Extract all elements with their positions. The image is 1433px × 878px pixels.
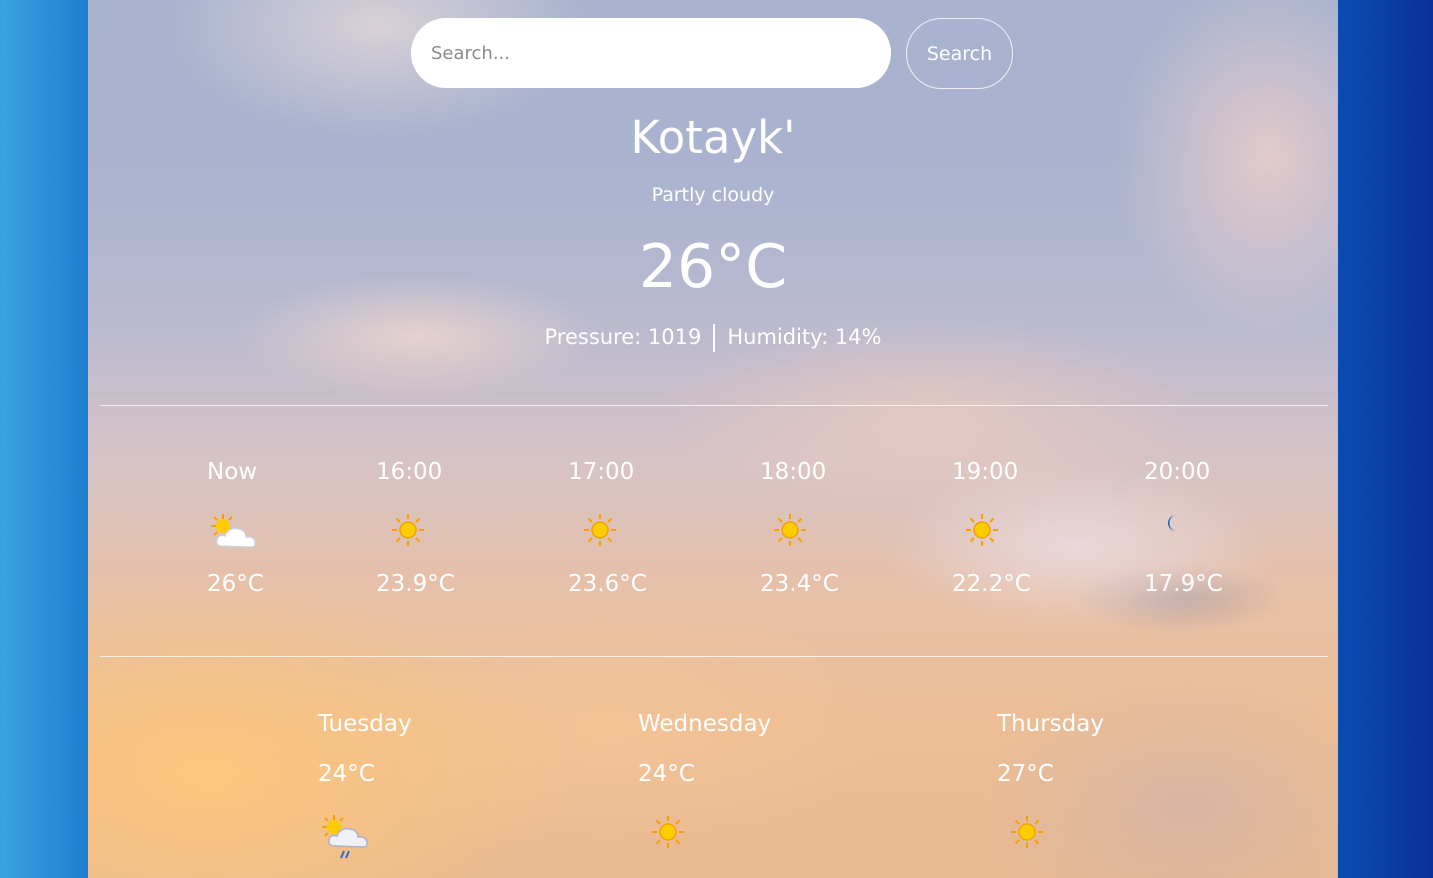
- hourly-item: Now 26°C: [207, 456, 347, 600]
- sun-cloud-rain-icon: [318, 814, 538, 862]
- current-temperature: 26°C: [638, 232, 788, 302]
- hourly-item: 17:00 23.6°C: [568, 456, 708, 600]
- sun-icon: [376, 512, 516, 552]
- humidity-value: Humidity: 14%: [727, 325, 882, 349]
- hourly-item: 18:00 23.4°C: [760, 456, 900, 600]
- hourly-temperature: 23.9°C: [376, 571, 455, 597]
- weather-card: Search Kotayk' Partly cloudy 26°C Pressu…: [88, 0, 1338, 878]
- hourly-time: 16:00: [376, 459, 443, 485]
- sun-icon: [997, 814, 1217, 862]
- daily-item: Wednesday 24°C: [638, 708, 858, 862]
- hourly-item: 20:00 17.9°C: [1144, 456, 1284, 600]
- search-input[interactable]: [411, 18, 891, 88]
- search-button[interactable]: Search: [906, 18, 1013, 89]
- divider-bottom: [100, 656, 1328, 657]
- hourly-item: 16:00 23.9°C: [376, 456, 516, 600]
- sun-icon: [952, 512, 1092, 552]
- weather-details: Pressure: 1019 Humidity: 14%: [88, 322, 1338, 352]
- hourly-time: 19:00: [952, 459, 1019, 485]
- hourly-temperature: 22.2°C: [952, 571, 1031, 597]
- moon-icon: [1144, 512, 1284, 552]
- hourly-time: 17:00: [568, 459, 635, 485]
- hourly-time: 18:00: [760, 459, 827, 485]
- details-separator: [713, 324, 716, 352]
- daily-day-name: Thursday: [997, 711, 1104, 737]
- sun-icon: [568, 512, 708, 552]
- hourly-temperature: 17.9°C: [1144, 571, 1223, 597]
- hourly-time: 20:00: [1144, 459, 1211, 485]
- daily-day-name: Wednesday: [638, 711, 772, 737]
- daily-day-name: Tuesday: [318, 711, 412, 737]
- sun-icon: [760, 512, 900, 552]
- hourly-temperature: 26°C: [207, 571, 264, 597]
- pressure-value: Pressure: 1019: [544, 325, 702, 349]
- daily-item: Tuesday 24°C: [318, 708, 538, 862]
- daily-temperature: 27°C: [997, 761, 1054, 787]
- divider-top: [100, 405, 1328, 406]
- hourly-temperature: 23.4°C: [760, 571, 839, 597]
- hourly-temperature: 23.6°C: [568, 571, 647, 597]
- search-bar: Search: [88, 18, 1338, 89]
- hourly-time: Now: [207, 459, 258, 485]
- city-name: Kotayk': [630, 111, 796, 164]
- daily-temperature: 24°C: [318, 761, 375, 787]
- weather-condition: Partly cloudy: [651, 184, 775, 206]
- daily-item: Thursday 27°C: [997, 708, 1217, 862]
- daily-temperature: 24°C: [638, 761, 695, 787]
- partly-cloudy-icon: [207, 512, 347, 552]
- hourly-item: 19:00 22.2°C: [952, 456, 1092, 600]
- sun-icon: [638, 814, 858, 862]
